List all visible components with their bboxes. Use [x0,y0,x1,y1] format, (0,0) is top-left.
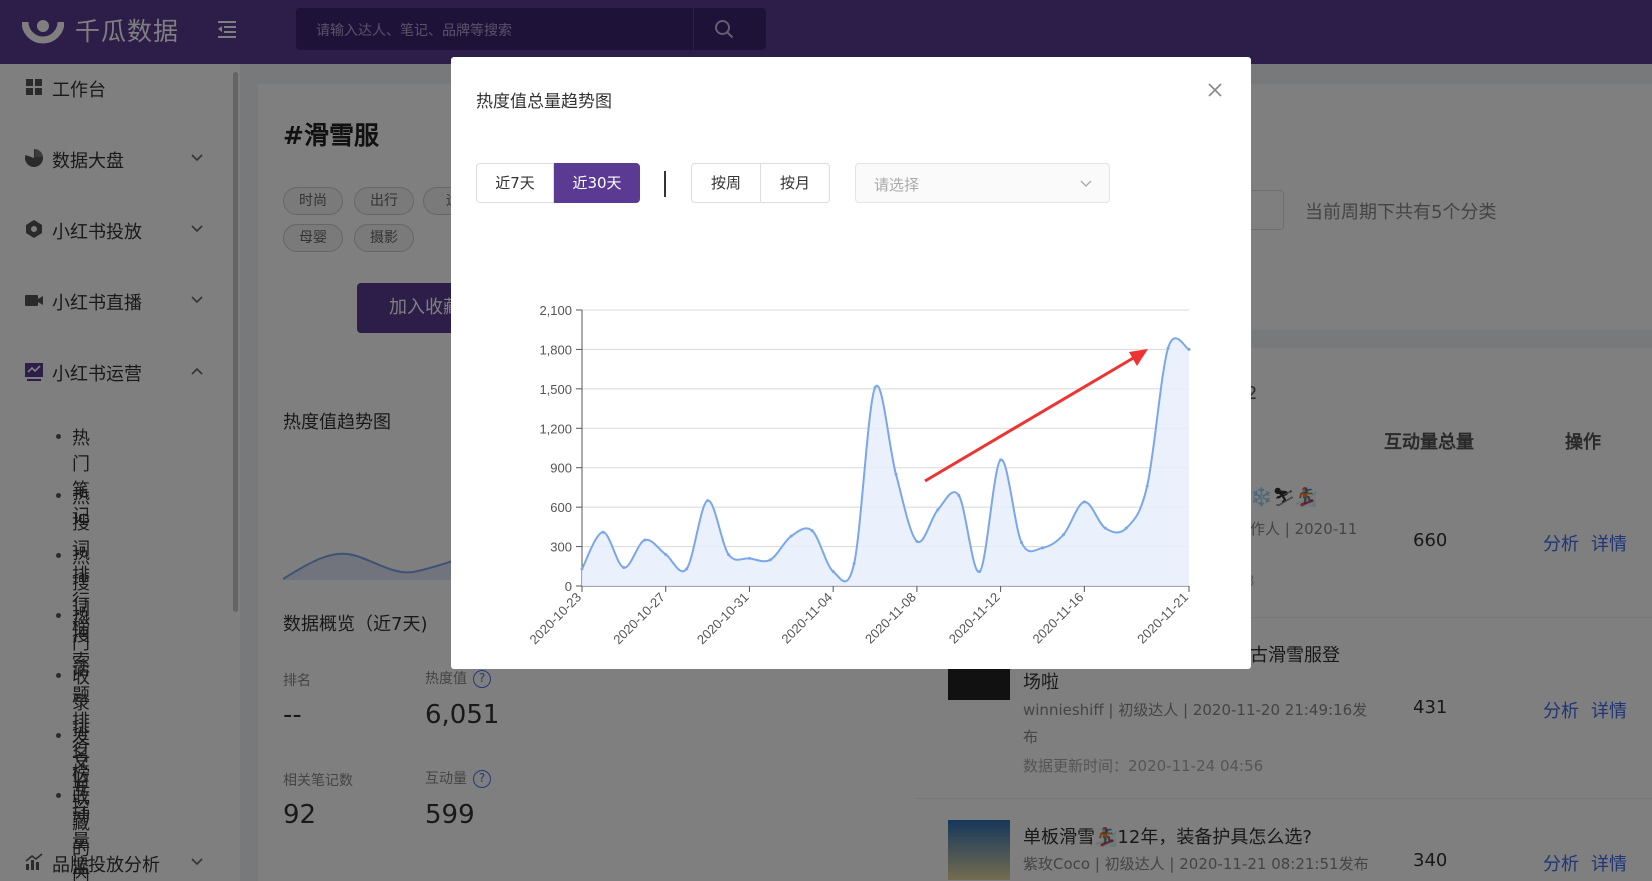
y-tick-label: 300 [550,540,572,555]
y-tick-label: 1,200 [539,421,572,436]
x-tick-label: 2020-11-12 [946,590,1003,647]
data-point [664,552,668,556]
x-tick-label: 2020-10-23 [526,590,584,648]
data-point [643,538,647,542]
heat-trend-chart: 03006009001,2001,5001,8002,1002020-10-23… [526,303,1191,648]
trend-modal: 热度值总量趋势图 近7天 近30天 按周 按月 请选择 0 300 600 900 1,… [451,57,1251,669]
y-tick-label: 2,100 [539,303,572,318]
data-point [727,552,731,556]
x-tick-label: 2020-11-16 [1030,590,1087,647]
data-point [685,567,689,571]
series-area [582,338,1189,586]
data-point [768,558,772,562]
data-point [852,562,856,566]
data-point [978,570,982,574]
x-tick-label: 2020-11-08 [862,590,919,647]
data-point [580,567,584,571]
data-point [1020,541,1024,545]
data-point [1187,347,1191,351]
data-point [999,458,1003,462]
data-point [831,570,835,574]
data-point [873,386,877,390]
data-point [789,534,793,538]
data-point [1103,526,1107,530]
x-tick-label: 2020-10-27 [610,590,668,648]
data-point [915,539,919,543]
y-tick-label: 1,800 [539,342,572,357]
data-point [706,499,710,503]
annotation-arrow [924,355,1136,483]
data-point [894,472,898,476]
data-point [957,493,961,497]
data-point [810,529,814,533]
data-point [1124,526,1128,530]
data-point [601,530,605,534]
y-tick-label: 600 [550,500,572,515]
data-point [1145,484,1149,488]
data-point [1166,346,1170,350]
data-point [1082,500,1086,504]
data-point [747,556,751,560]
data-point [936,508,940,512]
y-tick-label: 1,500 [539,382,572,397]
data-point [1040,546,1044,550]
data-point [622,566,626,570]
data-point [1061,533,1065,537]
x-tick-label: 2020-11-04 [778,590,835,647]
y-tick-label: 900 [550,461,572,476]
x-tick-label: 2020-11-21 [1134,590,1191,647]
x-tick-label: 2020-10-31 [694,590,752,648]
